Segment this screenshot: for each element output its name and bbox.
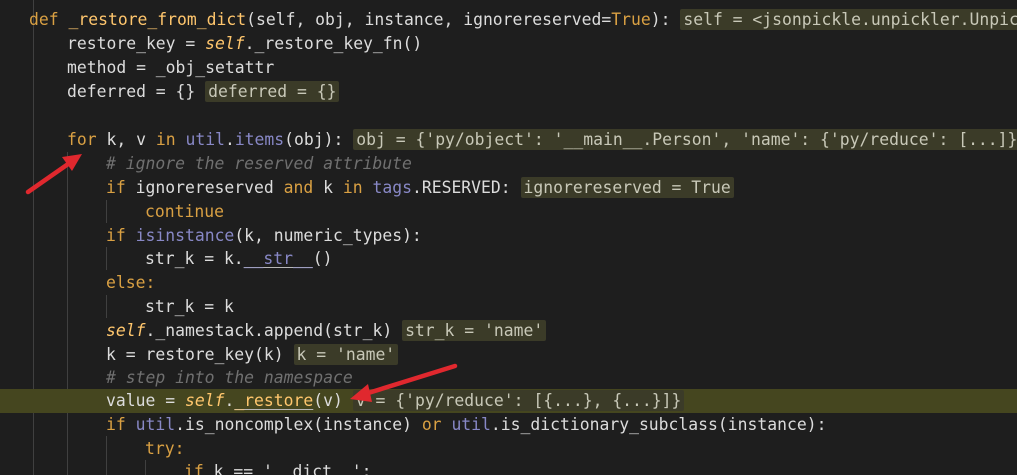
- module-tags: tags: [372, 178, 412, 197]
- code-line[interactable]: if isinstance(k, numeric_types):: [0, 224, 1017, 248]
- current-execution-line[interactable]: value = self._restore(v) v = {'py/reduce…: [0, 389, 1017, 413]
- inline-value: ignorereserved = True: [520, 177, 734, 198]
- keyword-def: def: [29, 10, 59, 29]
- dunder-str: __str__: [243, 249, 313, 268]
- code-text: .RESERVED:: [411, 178, 511, 197]
- code-text: k: [313, 178, 343, 197]
- keyword-true: True: [611, 10, 651, 29]
- code-text: k, v: [96, 130, 156, 149]
- module-util: util: [451, 415, 491, 434]
- keyword-if: if: [106, 226, 126, 245]
- keyword-if: if: [106, 415, 126, 434]
- punct: .: [224, 130, 235, 149]
- code-text: (): [312, 249, 333, 268]
- keyword-and: and: [283, 178, 314, 197]
- comment: # ignore the reserved attribute: [106, 154, 412, 173]
- inline-value: k = 'name': [293, 344, 399, 365]
- code-line[interactable]: str_k = k: [0, 295, 1017, 319]
- keyword-continue: continue: [145, 202, 224, 221]
- code-text: .is_noncomplex(instance): [175, 415, 422, 434]
- call-restore: _restore: [234, 391, 314, 410]
- module-util: util: [135, 415, 176, 434]
- keyword-try: try:: [145, 439, 185, 458]
- code-line[interactable]: str_k = k.__str__(): [0, 247, 1017, 271]
- inline-value: self = <jsonpickle.unpickler.Unpickle: [680, 9, 1017, 30]
- module-util: util: [185, 130, 225, 149]
- code-line[interactable]: continue: [0, 200, 1017, 224]
- inline-value: obj = {'py/object': '__main__.Person', '…: [353, 129, 1017, 150]
- code-text: (obj):: [284, 130, 344, 149]
- keyword-for: for: [67, 130, 97, 149]
- keyword-if: if: [184, 462, 204, 475]
- code-line[interactable]: self._namestack.append(str_k) str_k = 'n…: [0, 319, 1017, 343]
- inline-value: v = {'py/reduce': [{...}, {...}]}: [352, 390, 685, 411]
- keyword-in: in: [155, 130, 176, 149]
- code-text: (v): [313, 391, 343, 410]
- code-text: ignorereserved: [125, 178, 284, 197]
- code-editor[interactable]: def _restore_from_dict(self, obj, instan…: [0, 0, 1017, 475]
- self-ref: self: [205, 34, 245, 53]
- code-text: k == '__dict__':: [203, 462, 372, 475]
- code-line[interactable]: method = _obj_setattr: [0, 56, 1017, 80]
- code-line[interactable]: else:: [0, 271, 1017, 295]
- code-text: value =: [106, 391, 185, 410]
- call-items: items: [234, 130, 285, 149]
- code-line[interactable]: # step into the namespace: [0, 366, 1017, 390]
- function-name: _restore_from_dict: [68, 10, 247, 29]
- code-line[interactable]: restore_key = self._restore_key_fn(): [0, 32, 1017, 56]
- inline-value: deferred = {}: [205, 81, 340, 102]
- code-text: str_k = k.: [145, 249, 244, 268]
- keyword-else: else:: [106, 273, 156, 292]
- code-text: restore_key =: [67, 34, 206, 53]
- code-line[interactable]: def _restore_from_dict(self, obj, instan…: [0, 8, 1017, 32]
- keyword-in: in: [342, 178, 363, 197]
- code-line[interactable]: for k, v in util.items(obj): obj = {'py/…: [0, 128, 1017, 152]
- punct: ):: [650, 10, 671, 29]
- self-ref: self: [106, 321, 146, 340]
- code-line[interactable]: if ignorereserved and k in tags.RESERVED…: [0, 176, 1017, 200]
- builtin-isinstance: isinstance: [135, 226, 235, 245]
- keyword-if: if: [106, 178, 126, 197]
- code-line[interactable]: deferred = {} deferred = {}: [0, 80, 1017, 104]
- code-line[interactable]: if util.is_noncomplex(instance) or util.…: [0, 413, 1017, 437]
- code-line[interactable]: if k == '__dict__':: [0, 460, 1017, 475]
- code-text: ._restore_key_fn(): [244, 34, 423, 53]
- code-text: .is_dictionary_subclass(instance):: [490, 415, 827, 434]
- self-ref: self: [184, 391, 225, 410]
- punct: .: [224, 391, 235, 410]
- code-line[interactable]: k = restore_key(k) k = 'name': [0, 343, 1017, 367]
- code-text: deferred = {}: [67, 82, 196, 101]
- inline-value: str_k = 'name': [402, 320, 547, 341]
- code-text: ._namestack.append(str_k): [145, 321, 393, 340]
- code-text: (k, numeric_types):: [234, 226, 422, 245]
- comment: # step into the namespace: [106, 368, 353, 387]
- code-line[interactable]: # ignore the reserved attribute: [0, 152, 1017, 176]
- keyword-or: or: [421, 415, 442, 434]
- code-line[interactable]: try:: [0, 437, 1017, 461]
- code-text: k = restore_key(k): [106, 345, 284, 364]
- params: (self, obj, instance, ignorereserved=: [246, 10, 612, 29]
- code-text: str_k = k: [145, 297, 234, 316]
- code-text: method = _obj_setattr: [67, 58, 275, 77]
